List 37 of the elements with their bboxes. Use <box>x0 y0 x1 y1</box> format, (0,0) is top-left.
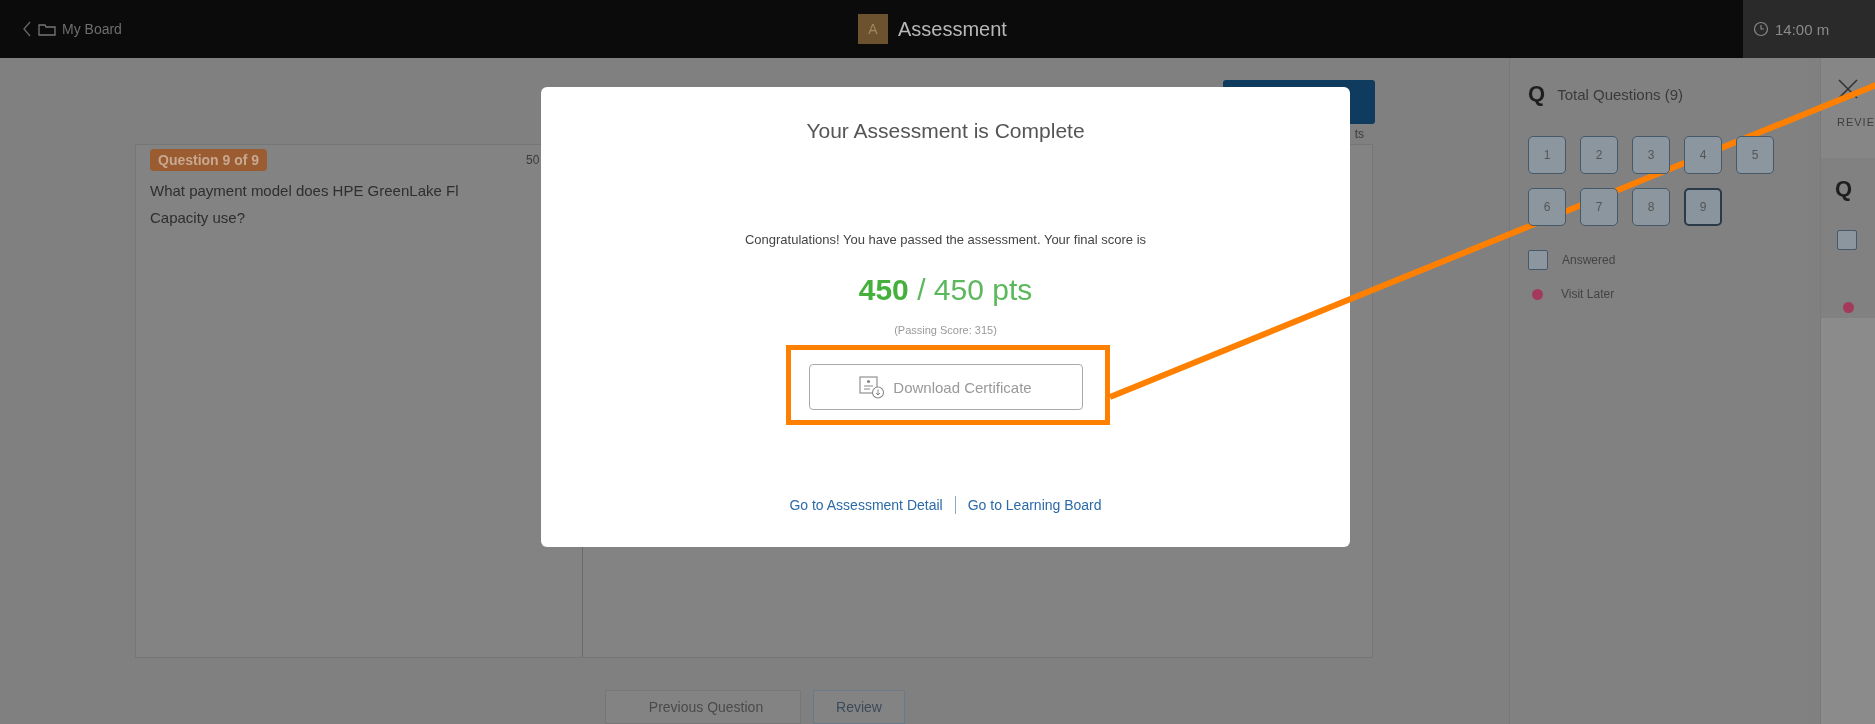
points-label: ts <box>1354 127 1364 142</box>
timer: 14:00 m <box>1743 0 1875 58</box>
question-text: What payment model does HPE GreenLake Fl Capacity use? <box>150 181 459 229</box>
review-button[interactable]: Review <box>813 690 905 724</box>
score-text: 450 / 450 pts <box>858 272 1033 308</box>
question-number[interactable]: 9 <box>1684 188 1722 226</box>
question-number[interactable]: 5 <box>1736 136 1774 174</box>
question-badge: Question 9 of 9 <box>150 149 268 172</box>
dialog-link[interactable]: Go to Learning Board <box>967 497 1102 513</box>
legend-label: Answered <box>1562 253 1616 267</box>
q-icon: Q <box>1528 81 1546 107</box>
q-icon: Q <box>1835 176 1853 202</box>
panel-title: Total Questions (9) <box>1557 85 1683 103</box>
download-button[interactable]: Download Certificate <box>808 364 1083 410</box>
clock-icon <box>1753 21 1769 37</box>
points-label: 50 <box>526 153 540 168</box>
certificate-download-icon <box>859 375 886 399</box>
page-title: Assessment <box>898 17 1007 41</box>
review-label: REVIE <box>1837 116 1875 128</box>
question-number[interactable]: 1 <box>1528 136 1566 174</box>
folder-icon <box>38 22 56 36</box>
checkbox-icon <box>1837 230 1857 250</box>
dialog-title: Your Assessment is Complete <box>806 118 1085 144</box>
question-number[interactable]: 2 <box>1580 136 1618 174</box>
answered-swatch-icon <box>1528 250 1548 270</box>
chevron-left-icon <box>22 21 32 37</box>
passing-score: (Passing Score: 315) <box>894 323 997 337</box>
question-number[interactable]: 4 <box>1684 136 1722 174</box>
question-number[interactable]: 6 <box>1528 188 1566 226</box>
legend-label: Visit Later <box>1561 287 1615 301</box>
close-icon <box>1837 78 1859 100</box>
question-number[interactable]: 7 <box>1580 188 1618 226</box>
dialog-link[interactable]: Go to Assessment Detail <box>789 497 943 513</box>
dialog-message: Congratulations! You have passed the assessment. Your final score is <box>744 231 1147 249</box>
back-link[interactable]: My Board <box>22 21 122 37</box>
question-number[interactable]: 3 <box>1632 136 1670 174</box>
question-number[interactable]: 8 <box>1632 188 1670 226</box>
